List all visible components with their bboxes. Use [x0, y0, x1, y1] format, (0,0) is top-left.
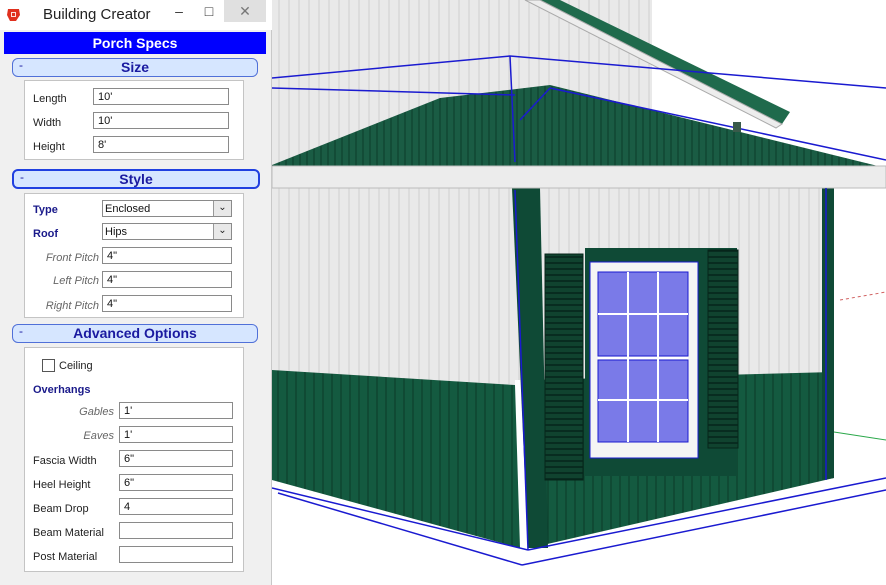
size-group: Length 10' Width 10' Height 8'	[24, 80, 244, 160]
front-pitch-label: Front Pitch	[45, 252, 99, 264]
beam-material-input[interactable]	[119, 522, 233, 539]
fascia-width-input[interactable]: 6"	[119, 450, 233, 467]
height-input[interactable]: 8'	[93, 136, 229, 153]
style-collapse-toggle[interactable]: -	[20, 169, 24, 186]
green-axis-line	[833, 431, 886, 441]
vent-cap	[733, 122, 741, 132]
heel-height-label: Heel Height	[33, 479, 91, 491]
close-button[interactable]: ✕	[224, 0, 266, 22]
eaves-label: Eaves	[83, 430, 114, 442]
porch-front-trim-right	[822, 188, 834, 480]
type-selected-value: Enclosed	[105, 203, 151, 215]
advanced-collapse-toggle[interactable]: -	[19, 323, 23, 340]
window-title: Building Creator	[43, 6, 151, 23]
beam-drop-input[interactable]: 4	[119, 498, 233, 515]
width-label: Width	[33, 117, 62, 129]
model-viewport[interactable]	[272, 0, 886, 585]
type-select[interactable]: Enclosed ⌄	[102, 200, 232, 217]
width-input[interactable]: 10'	[93, 112, 229, 129]
length-input[interactable]: 10'	[93, 88, 229, 105]
porch-left-wall-lower	[272, 370, 520, 548]
sketchup-app-icon	[7, 9, 20, 21]
roof-selected-value: Hips	[105, 226, 128, 238]
chevron-down-icon[interactable]: ⌄	[213, 224, 231, 239]
window-titlebar[interactable]: Building Creator – □ ✕	[0, 0, 272, 30]
porch-fascia-board	[272, 165, 886, 189]
right-pitch-label: Right Pitch	[45, 300, 99, 312]
building-creator-panel: Building Creator – □ ✕ Porch Specs - Siz…	[0, 0, 272, 585]
type-label: Type	[33, 204, 58, 216]
length-label: Length	[33, 93, 67, 105]
left-shutter	[544, 253, 584, 481]
heel-height-input[interactable]: 6"	[119, 474, 233, 491]
porch-specs-header: Porch Specs	[4, 32, 266, 54]
gables-label: Gables	[79, 406, 114, 418]
height-label: Height	[33, 141, 65, 153]
roof-label: Roof	[33, 228, 59, 240]
left-pitch-label: Left Pitch	[53, 275, 99, 287]
fascia-width-label: Fascia Width	[33, 455, 97, 467]
maximize-button[interactable]: □	[194, 0, 224, 22]
advanced-group: Ceiling Overhangs Gables 1' Eaves 1' Fas…	[24, 347, 244, 572]
size-collapse-toggle[interactable]: -	[19, 57, 23, 74]
right-pitch-input[interactable]: 4"	[102, 295, 232, 312]
advanced-section-header[interactable]: - Advanced Options	[12, 324, 258, 343]
style-section-header[interactable]: - Style	[12, 169, 260, 189]
size-section-title: Size	[120, 59, 149, 75]
overhangs-label: Overhangs	[33, 384, 91, 396]
ceiling-label: Ceiling	[59, 360, 93, 372]
porch-left-wall-upper	[272, 190, 515, 385]
chevron-down-icon[interactable]: ⌄	[213, 201, 231, 216]
post-material-label: Post Material	[33, 551, 98, 563]
style-section-title: Style	[119, 171, 153, 187]
beam-material-label: Beam Material	[33, 527, 104, 539]
front-pitch-input[interactable]: 4"	[102, 247, 232, 264]
roof-select[interactable]: Hips ⌄	[102, 223, 232, 240]
post-material-input[interactable]	[119, 546, 233, 563]
gables-input[interactable]: 1'	[119, 402, 233, 419]
advanced-section-title: Advanced Options	[73, 325, 197, 341]
minimize-button[interactable]: –	[164, 0, 194, 22]
size-section-header[interactable]: - Size	[12, 58, 258, 77]
ceiling-checkbox[interactable]	[42, 359, 55, 372]
right-shutter	[707, 249, 739, 449]
left-pitch-input[interactable]: 4"	[102, 271, 232, 288]
red-axis-line	[839, 291, 886, 301]
eaves-input[interactable]: 1'	[119, 426, 233, 443]
beam-drop-label: Beam Drop	[33, 503, 89, 515]
style-group: Type Enclosed ⌄ Roof Hips ⌄ Front Pitch …	[24, 193, 244, 318]
